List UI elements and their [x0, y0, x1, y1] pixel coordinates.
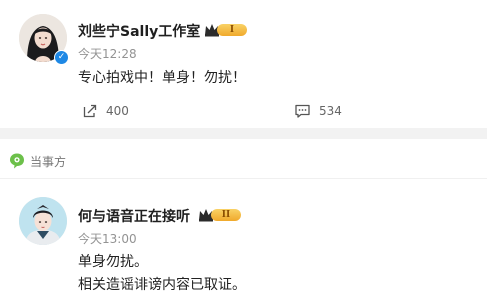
comment-icon — [295, 104, 310, 118]
level-badge: I — [204, 23, 247, 37]
author-name[interactable]: 刘些宁Sally工作室 — [78, 21, 200, 41]
author-name-2[interactable]: 何与语音正在接听 — [78, 206, 190, 226]
section-tag: 当事方 — [8, 152, 66, 170]
level-text: I — [217, 24, 247, 36]
repost-count: 400 — [106, 104, 129, 118]
comment-count: 534 — [319, 104, 342, 118]
verified-badge-icon: ✓ — [54, 50, 69, 65]
post-time: 今天12:28 — [78, 47, 137, 61]
comment-button[interactable]: 534 — [294, 103, 342, 119]
section-divider — [0, 128, 487, 139]
post-text-line-2: 相关造谣诽谤内容已取证。 — [78, 277, 246, 293]
post-text: 专心拍戏中！单身！勿扰！ — [78, 70, 246, 86]
level-text-2: II — [211, 209, 241, 221]
thin-divider — [0, 178, 487, 179]
post-card-1: ✓ 刘些宁Sally工作室 I 今天12:28 专心拍戏中！单身！勿扰！ 400… — [0, 0, 487, 128]
share-icon — [83, 104, 97, 118]
post-text-line-1: 单身勿扰。 — [78, 254, 148, 270]
party-tag-icon — [10, 153, 24, 169]
level-badge-2: II — [198, 208, 241, 222]
section-label: 当事方 — [30, 154, 67, 169]
post-time-2: 今天13:00 — [78, 232, 137, 246]
avatar-he-yu[interactable] — [19, 197, 67, 245]
repost-button[interactable]: 400 — [82, 103, 129, 119]
